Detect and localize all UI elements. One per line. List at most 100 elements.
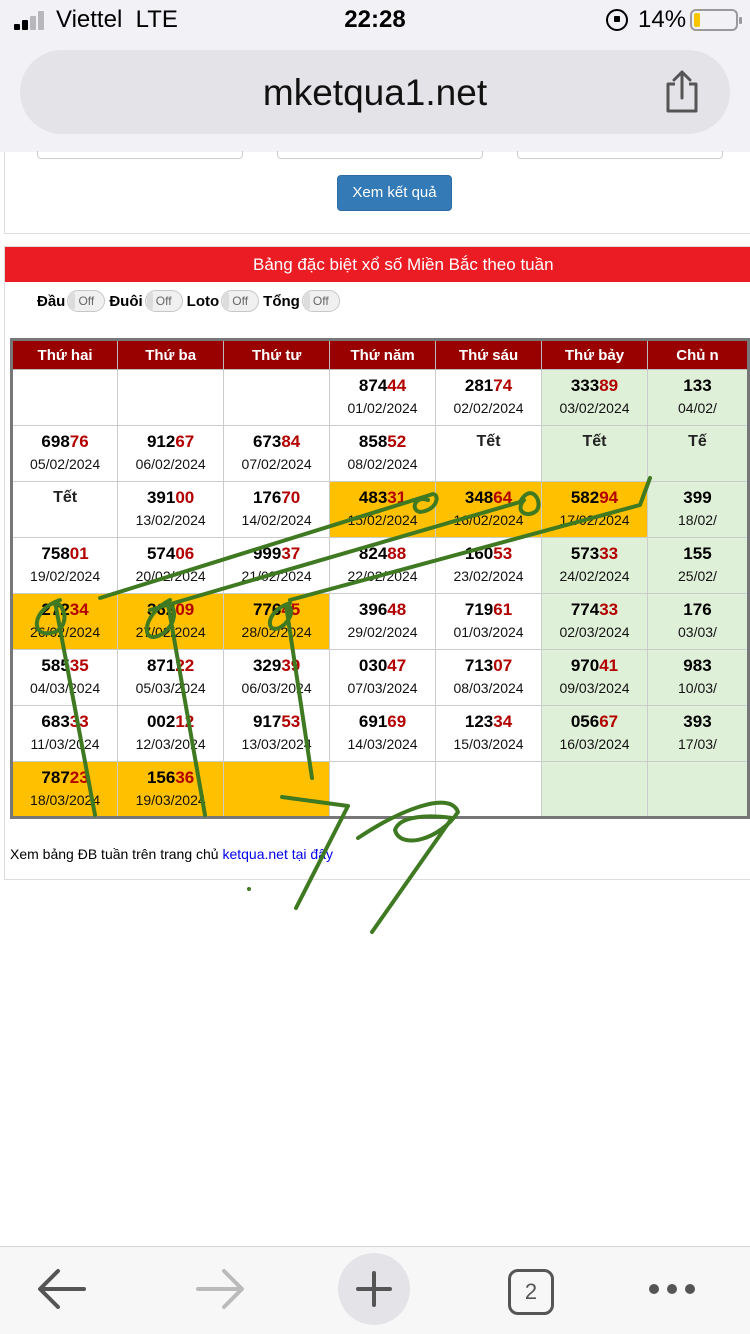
- special-number: 05667: [542, 712, 647, 732]
- table-row: Tết 39100 13/02/2024 17670 14/02/2024 48331 15…: [10, 481, 750, 538]
- result-cell: 77433 02/03/2024: [541, 593, 648, 650]
- special-number: 155: [648, 544, 747, 564]
- number-tail: 74: [493, 376, 513, 395]
- result-cell: 48331 15/02/2024: [329, 481, 437, 538]
- special-number: 91267: [118, 432, 223, 452]
- table-row: 68333 11/03/2024 00212 12/03/2024 91753 13/03…: [10, 705, 750, 762]
- number-head: 483: [358, 488, 388, 507]
- number-head: 582: [570, 488, 600, 507]
- number-head: 983: [683, 656, 712, 675]
- column-header: Thứ ba: [117, 339, 225, 370]
- number-head: 393: [683, 712, 712, 731]
- result-cell: 28174 02/02/2024: [435, 369, 543, 426]
- result-cell: 05667 16/03/2024: [541, 705, 648, 762]
- result-cell: 03047 07/03/2024: [329, 649, 437, 706]
- column-header: Thứ tư: [223, 339, 331, 370]
- result-cell: 12334 15/03/2024: [435, 705, 543, 762]
- result-cell: [223, 761, 331, 818]
- rotation-lock-icon: [606, 9, 628, 31]
- result-cell: [435, 761, 543, 818]
- result-cell: 399 18/02/: [646, 481, 750, 538]
- select-stub[interactable]: [517, 151, 723, 159]
- number-head: 133: [683, 376, 712, 395]
- result-cell: 87122 05/03/2024: [117, 649, 225, 706]
- number-head: 160: [464, 544, 494, 563]
- weekly-special-table: Thứ hai Thứ ba Thứ tư Thứ năm Thứ sáu Thứ bảy…: [10, 338, 750, 819]
- result-cell: 32939 06/03/2024: [223, 649, 331, 706]
- number-head: 002: [146, 712, 176, 731]
- toggle-label-duoi: Đuôi: [109, 292, 143, 310]
- draw-date: 15/02/2024: [347, 512, 418, 528]
- result-cell: 36209 27/02/2024: [117, 593, 225, 650]
- column-header: Thứ hai: [10, 339, 119, 370]
- number-head: 281: [464, 376, 494, 395]
- number-head: 999: [252, 544, 282, 563]
- special-number: 133: [648, 376, 747, 396]
- table-row: 75801 19/02/2024 57406 20/02/2024 99937 21/02…: [10, 537, 750, 594]
- special-number: 82488: [330, 544, 435, 564]
- number-head: 917: [252, 712, 282, 731]
- number-head: 858: [358, 432, 388, 451]
- special-number: 77645: [224, 600, 329, 620]
- special-number: 69876: [13, 432, 117, 452]
- special-number: 16053: [436, 544, 541, 564]
- result-cell: 91753 13/03/2024: [223, 705, 331, 762]
- number-head: 874: [358, 376, 388, 395]
- draw-date: 04/03/2024: [30, 680, 101, 696]
- draw-date: 04/02/: [678, 400, 717, 416]
- special-number: 58294: [542, 488, 647, 508]
- draw-date: 18/02/: [678, 512, 717, 528]
- special-number: 15636: [118, 768, 223, 788]
- draw-date: 19/02/2024: [30, 568, 101, 584]
- tabs-count-button[interactable]: 2: [508, 1269, 554, 1315]
- address-bar[interactable]: mketqua1.net: [20, 50, 730, 134]
- back-arrow-icon[interactable]: [26, 1253, 98, 1325]
- result-cell: 78723 18/03/2024: [10, 761, 119, 818]
- result-cell: 57333 24/02/2024: [541, 537, 648, 594]
- draw-date: 08/02/2024: [347, 456, 418, 472]
- special-number: 17670: [224, 488, 329, 508]
- column-header: Chủ n: [646, 339, 750, 370]
- xem-ket-qua-button[interactable]: Xem kết quả: [337, 175, 452, 211]
- toggle-tong[interactable]: Off: [301, 290, 340, 312]
- toggle-duoi[interactable]: Off: [144, 290, 183, 312]
- url-text[interactable]: mketqua1.net: [20, 72, 730, 114]
- draw-date: 20/02/2024: [135, 568, 206, 584]
- number-tail: 34: [493, 712, 513, 731]
- new-tab-plus-icon[interactable]: [338, 1253, 410, 1325]
- more-options-icon[interactable]: [636, 1253, 708, 1325]
- toggle-dau[interactable]: Off: [67, 290, 106, 312]
- forward-arrow-icon[interactable]: [184, 1253, 256, 1325]
- result-cell: 983 10/03/: [646, 649, 750, 706]
- result-cell: 33389 03/02/2024: [541, 369, 648, 426]
- result-cell: 39648 29/02/2024: [329, 593, 437, 650]
- special-number: 91753: [224, 712, 329, 732]
- draw-date: 18/03/2024: [30, 792, 101, 808]
- number-head: 155: [683, 544, 712, 563]
- number-tail: 44: [387, 376, 407, 395]
- draw-date: 10/03/: [678, 680, 717, 696]
- toggle-loto[interactable]: Off: [221, 290, 260, 312]
- select-stub[interactable]: [277, 151, 483, 159]
- number-tail: 09: [175, 600, 195, 619]
- holiday-label: Tết: [53, 489, 78, 506]
- draw-date: 03/03/: [678, 624, 717, 640]
- result-cell: 71307 08/03/2024: [435, 649, 543, 706]
- number-head: 329: [252, 656, 282, 675]
- number-tail: 67: [175, 432, 195, 451]
- number-tail: 01: [69, 544, 89, 563]
- special-number: 75801: [13, 544, 117, 564]
- result-cell: 91267 06/02/2024: [117, 425, 225, 482]
- special-number: 393: [648, 712, 747, 732]
- number-head: 683: [41, 712, 70, 731]
- draw-date: 22/02/2024: [347, 568, 418, 584]
- number-head: 362: [146, 600, 176, 619]
- number-tail: 89: [599, 376, 619, 395]
- table-header-row: Thứ hai Thứ ba Thứ tư Thứ năm Thứ sáu Thứ bảy…: [10, 339, 750, 370]
- select-stub[interactable]: [37, 151, 243, 159]
- share-icon[interactable]: [662, 70, 702, 114]
- result-cell: [329, 761, 437, 818]
- homepage-link[interactable]: ketqua.net tại đây: [222, 846, 333, 862]
- toggle-label-loto: Loto: [186, 292, 220, 310]
- result-cell: 34864 16/02/2024: [435, 481, 543, 538]
